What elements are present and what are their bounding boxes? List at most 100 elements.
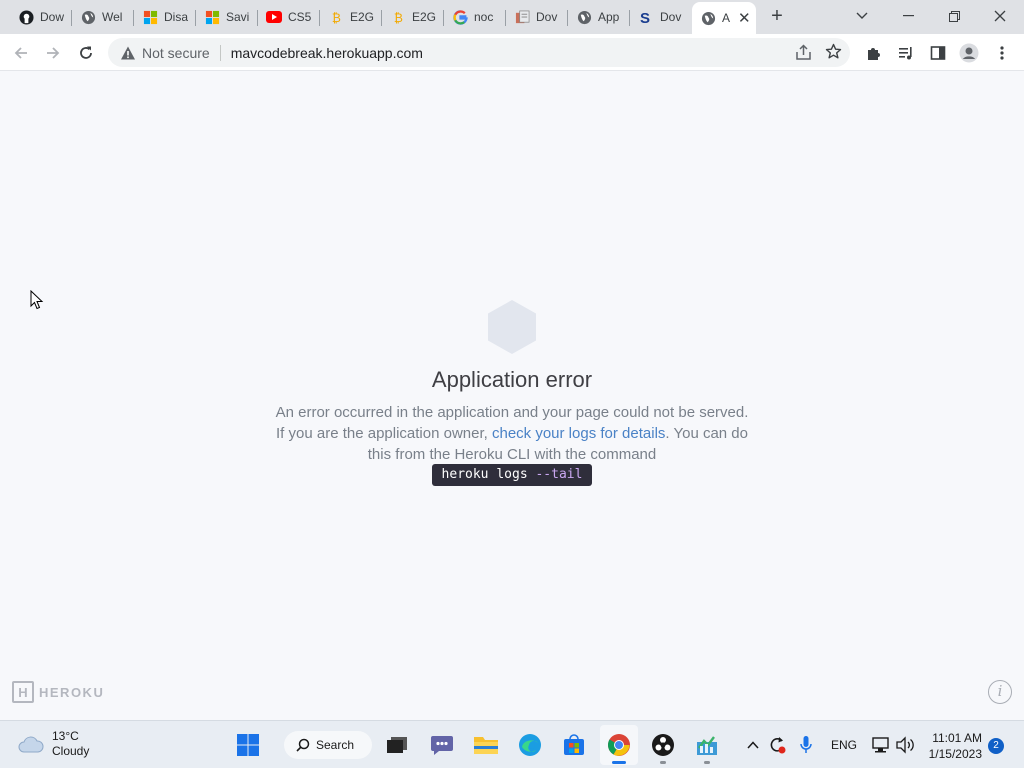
reload-button[interactable] bbox=[74, 41, 98, 65]
tab-10[interactable]: App bbox=[568, 4, 630, 30]
taskbar-search-button[interactable]: Search bbox=[284, 731, 372, 759]
page-title: Application error bbox=[431, 367, 593, 392]
task-view-icon[interactable] bbox=[383, 731, 411, 759]
tray-overflow-chevron-icon[interactable] bbox=[740, 731, 766, 759]
warning-icon bbox=[121, 46, 135, 59]
obs-running-indicator bbox=[660, 761, 666, 764]
tab-6[interactable]: ₿ E2G bbox=[320, 4, 382, 30]
bitcoin-icon: ₿ bbox=[328, 9, 344, 25]
media-control-icon[interactable] bbox=[894, 41, 918, 65]
bookmark-star-icon[interactable] bbox=[825, 43, 842, 65]
network-icon[interactable] bbox=[868, 731, 894, 759]
tab-11[interactable]: S Dov bbox=[630, 4, 692, 30]
tab-title: E2G bbox=[412, 10, 436, 24]
cli-command-main: heroku logs bbox=[441, 467, 536, 482]
clock-date: 1/15/2023 bbox=[928, 747, 982, 761]
globe-icon bbox=[576, 9, 592, 25]
url-text[interactable]: mavcodebreak.herokuapp.com bbox=[231, 45, 423, 61]
tab-9[interactable]: Dov bbox=[506, 4, 568, 30]
tab-search-icon[interactable] bbox=[840, 4, 884, 28]
new-tab-button[interactable]: + bbox=[766, 6, 788, 28]
file-explorer-icon[interactable] bbox=[472, 731, 500, 759]
youtube-icon bbox=[266, 9, 282, 25]
side-panel-icon[interactable] bbox=[926, 41, 950, 65]
forward-button[interactable] bbox=[41, 41, 65, 65]
mouse-cursor-icon bbox=[30, 290, 44, 310]
volume-icon[interactable] bbox=[892, 731, 918, 759]
microsoft-store-icon[interactable] bbox=[560, 731, 588, 759]
tab-title: A bbox=[722, 11, 731, 25]
back-button[interactable] bbox=[9, 41, 33, 65]
globe-icon bbox=[700, 10, 716, 26]
menu-kebab-icon[interactable] bbox=[990, 41, 1014, 65]
close-window-button[interactable] bbox=[978, 4, 1022, 28]
browser-toolbar: Not secure mavcodebreak.herokuapp.com bbox=[0, 34, 1024, 71]
restore-button[interactable] bbox=[932, 4, 976, 28]
tab-title: CS5 bbox=[288, 10, 312, 24]
globe-icon bbox=[80, 9, 96, 25]
tab-strip: Dow Wel Disa Savi CS5 ₿ E2G ₿ E2G noc Do… bbox=[0, 0, 1024, 34]
chrome-running-indicator bbox=[612, 761, 626, 764]
chrome-browser-icon[interactable] bbox=[605, 731, 633, 759]
doc-icon bbox=[514, 9, 530, 25]
tab-title: Disa bbox=[164, 10, 188, 24]
search-label: Search bbox=[316, 738, 355, 752]
notification-badge[interactable]: 2 bbox=[988, 738, 1004, 754]
spreadsheet-app-icon[interactable] bbox=[693, 731, 721, 759]
s-icon: S bbox=[638, 9, 654, 25]
tab-title: Wel bbox=[102, 10, 123, 24]
tab-7[interactable]: ₿ E2G bbox=[382, 4, 444, 30]
taskbar: 13°C Cloudy Search ENG 11:01 AM 1/15/202… bbox=[0, 720, 1024, 768]
heroku-hexagon-icon bbox=[488, 300, 536, 354]
tab-12-active[interactable]: A ✕ bbox=[692, 2, 756, 34]
tab-2[interactable]: Wel bbox=[72, 4, 134, 30]
app-running-indicator bbox=[704, 761, 710, 764]
edge-browser-icon[interactable] bbox=[516, 731, 544, 759]
tab-5[interactable]: CS5 bbox=[258, 4, 320, 30]
heroku-mark-icon: H bbox=[12, 681, 34, 703]
heroku-wordmark: HEROKU bbox=[39, 684, 105, 700]
weather-temp: 13°C bbox=[52, 729, 79, 743]
security-status[interactable]: Not secure bbox=[142, 45, 210, 61]
profile-avatar-icon[interactable] bbox=[957, 41, 981, 65]
tab-title: Savi bbox=[226, 10, 250, 24]
tab-4[interactable]: Savi bbox=[196, 4, 258, 30]
svg-text:S: S bbox=[639, 10, 649, 25]
tab-8[interactable]: noc bbox=[444, 4, 506, 30]
weather-widget[interactable]: 13°C Cloudy bbox=[18, 729, 89, 759]
google-icon bbox=[452, 9, 468, 25]
chat-icon[interactable] bbox=[428, 731, 456, 759]
language-indicator[interactable]: ENG bbox=[831, 738, 857, 752]
bitcoin-icon: ₿ bbox=[390, 9, 406, 25]
heroku-logo[interactable]: H HEROKU bbox=[12, 680, 104, 704]
search-icon bbox=[296, 738, 310, 752]
extensions-puzzle-icon[interactable] bbox=[862, 41, 886, 65]
cli-command-flag: --tail bbox=[535, 467, 583, 482]
share-icon[interactable] bbox=[795, 44, 812, 66]
tab-title: App bbox=[598, 10, 620, 24]
info-icon[interactable]: i bbox=[988, 680, 1012, 704]
error-message: An error occurred in the application and… bbox=[272, 402, 752, 465]
system-clock[interactable]: 11:01 AM 1/15/2023 bbox=[922, 730, 982, 762]
cli-command: heroku logs --tail bbox=[432, 464, 592, 486]
cloud-icon bbox=[18, 736, 44, 753]
address-bar[interactable]: Not secure mavcodebreak.herokuapp.com bbox=[108, 38, 850, 67]
obs-studio-icon[interactable] bbox=[649, 731, 677, 759]
tab-title: E2G bbox=[350, 10, 374, 24]
microsoft-icon bbox=[204, 9, 220, 25]
svg-text:₿: ₿ bbox=[393, 11, 402, 25]
microphone-icon[interactable] bbox=[793, 731, 819, 759]
page-content: Application error An error occurred in t… bbox=[0, 71, 1024, 720]
windows-start-icon[interactable] bbox=[234, 731, 262, 759]
tab-title: Dov bbox=[660, 10, 682, 24]
tab-1[interactable]: Dow bbox=[10, 4, 72, 30]
sync-status-icon[interactable] bbox=[764, 731, 790, 759]
tab-3[interactable]: Disa bbox=[134, 4, 196, 30]
check-logs-link[interactable]: check your logs for details bbox=[492, 425, 665, 442]
microsoft-icon bbox=[142, 9, 158, 25]
clock-time: 11:01 AM bbox=[932, 731, 982, 745]
github-icon bbox=[18, 9, 34, 25]
minimize-button[interactable] bbox=[886, 4, 930, 28]
close-tab-icon[interactable]: ✕ bbox=[738, 9, 751, 27]
svg-text:₿: ₿ bbox=[331, 11, 340, 25]
